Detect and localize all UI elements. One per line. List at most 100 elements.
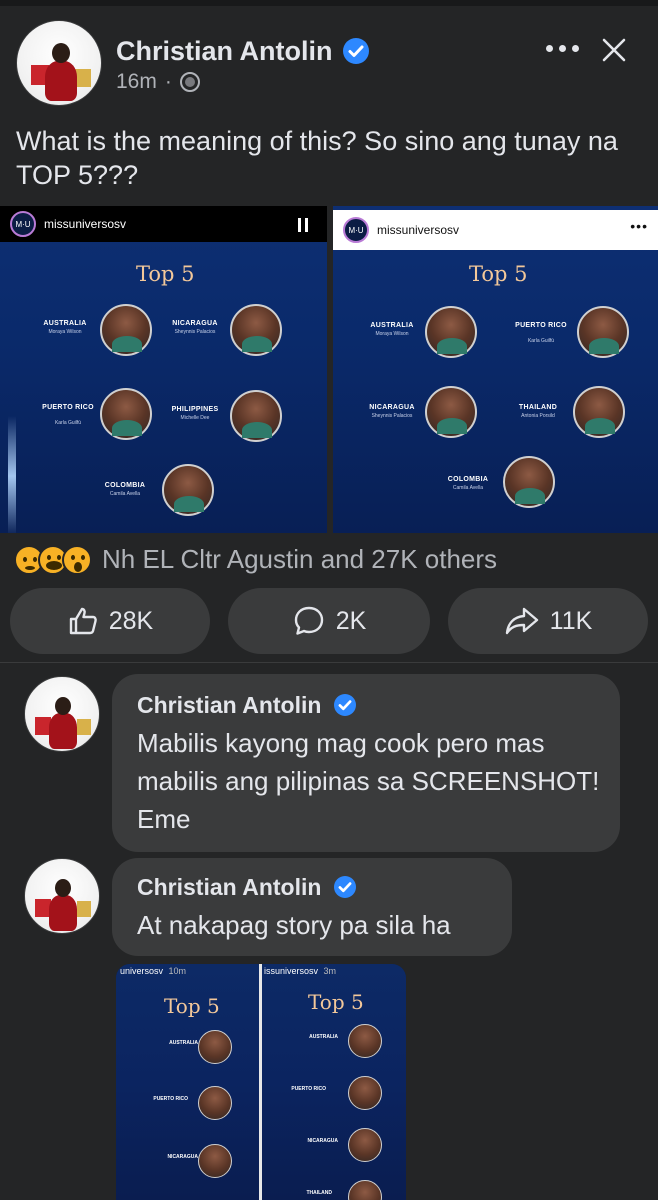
reactions-label: Nh EL Cltr Agustin and 27K others xyxy=(102,544,498,574)
candidate-country: COLOMBIA xyxy=(104,482,146,489)
candidate-country: COLOMBIA xyxy=(447,476,489,483)
more-dot-icon xyxy=(558,44,566,52)
verified-badge-icon xyxy=(334,694,356,716)
candidate-country: PUERTO RICO xyxy=(42,404,94,411)
ig-account-name: missuniversosv xyxy=(377,223,460,237)
story-country: PUERTO RICO xyxy=(153,1096,188,1102)
story-account: universosv xyxy=(120,966,164,976)
candidate-photo xyxy=(425,386,477,438)
post-time[interactable]: 16m xyxy=(116,70,157,94)
ig-profile-logo: M·U xyxy=(10,211,36,237)
ig-account-name: missuniversosv xyxy=(44,217,127,231)
top5-title: Top 5 xyxy=(136,262,195,286)
comment-author[interactable]: Christian Antolin xyxy=(137,874,321,901)
section-divider xyxy=(0,662,658,663)
post-image-left[interactable]: M·U missuniversosv Top 5 AUSTRALIA Moray… xyxy=(0,206,327,533)
story-time: 3m xyxy=(323,966,337,976)
candidate-photo xyxy=(100,304,152,356)
story-country: AUSTRALIA xyxy=(309,1034,338,1040)
story-title: Top 5 xyxy=(164,994,220,1018)
story-country: NICARAGUA xyxy=(307,1138,338,1144)
share-button[interactable]: 11K xyxy=(448,588,648,654)
story-country: AUSTRALIA xyxy=(169,1040,198,1046)
comment-text: Mabilis kayong mag cook pero mas mabilis… xyxy=(137,728,600,834)
ig-header: M·U missuniversosv xyxy=(0,206,327,242)
candidate-country: AUSTRALIA xyxy=(43,320,87,327)
wow-icon xyxy=(62,544,92,575)
candidate-photo xyxy=(100,388,152,440)
post-image-right[interactable]: M·U missuniversosv ••• Top 5 AUSTRALIA M… xyxy=(333,206,658,533)
candidate-photo xyxy=(577,306,629,358)
close-icon[interactable] xyxy=(596,32,632,68)
verified-badge-icon xyxy=(342,38,369,64)
stage-light xyxy=(8,416,16,533)
candidate-name: Karla Guilfú xyxy=(54,420,82,426)
candidate-country: PUERTO RICO xyxy=(515,322,567,329)
story-candidate-photo xyxy=(198,1030,232,1064)
candidate-name: Sheynnis Palacios xyxy=(174,329,216,335)
verified-badge-icon xyxy=(334,876,356,898)
commenter-avatar[interactable] xyxy=(24,676,100,752)
globe-icon xyxy=(179,72,200,92)
pause-icon xyxy=(298,218,308,232)
comment-attachment-image[interactable]: universosv 10m Top 5 AUSTRALIA PUERTO RI… xyxy=(116,964,406,1200)
story-candidate-photo xyxy=(198,1086,232,1120)
comment-button[interactable]: 2K xyxy=(228,588,430,654)
story-caption: universosv 10m xyxy=(120,966,186,976)
story-candidate-photo xyxy=(348,1024,382,1058)
candidate-country: NICARAGUA xyxy=(369,404,415,411)
candidate-name: Sheynnis Palacios xyxy=(371,413,413,419)
share-count: 11K xyxy=(549,606,593,635)
candidate-country: PHILIPPINES xyxy=(171,406,219,413)
candidate-photo xyxy=(573,386,625,438)
story-candidate-photo xyxy=(348,1076,382,1110)
story-candidate-photo xyxy=(348,1180,382,1200)
ig-header: M·U missuniversosv ••• xyxy=(333,210,658,250)
commenter-avatar[interactable] xyxy=(24,858,100,934)
ig-more-icon: ••• xyxy=(630,218,648,234)
candidate-name: Michelle Dee xyxy=(180,415,210,421)
share-icon xyxy=(505,607,538,635)
candidate-name: Antonia Porsild xyxy=(521,413,555,419)
more-options-button[interactable] xyxy=(540,30,584,66)
thumbs-up-icon xyxy=(69,607,97,635)
story-time: 10m xyxy=(168,966,187,976)
like-button[interactable]: 28K xyxy=(10,588,210,654)
story-candidate-photo xyxy=(348,1128,382,1162)
comment-icon xyxy=(294,606,323,635)
more-dot-icon xyxy=(571,44,579,52)
story-candidate-photo xyxy=(198,1144,232,1178)
post-meta: 16m · xyxy=(116,70,200,94)
candidate-photo xyxy=(425,306,477,358)
story-caption: issuniversosv 3m xyxy=(264,966,336,976)
ig-profile-logo: M·U xyxy=(343,217,369,243)
meta-separator: · xyxy=(164,70,172,93)
top5-title: Top 5 xyxy=(469,262,528,286)
candidate-country: THAILAND xyxy=(518,404,558,411)
candidate-name: Camila Avella xyxy=(452,485,484,491)
story-country: THAILAND xyxy=(306,1190,332,1196)
candidate-name: Camila Avella xyxy=(109,491,141,497)
candidate-name: Karla Guilfú xyxy=(527,338,555,344)
post-author-name[interactable]: Christian Antolin xyxy=(116,36,333,67)
story-panel-right: issuniversosv 3m Top 5 AUSTRALIA PUERTO … xyxy=(262,964,406,1200)
candidate-country: NICARAGUA xyxy=(172,320,218,327)
story-panel-left: universosv 10m Top 5 AUSTRALIA PUERTO RI… xyxy=(116,964,259,1200)
story-country: NICARAGUA xyxy=(167,1154,198,1160)
candidate-photo xyxy=(503,456,555,508)
candidate-name: Moraya Wilson xyxy=(48,329,82,335)
candidate-photo xyxy=(162,464,214,516)
candidate-name: Moraya Wilson xyxy=(375,331,409,337)
candidate-country: AUSTRALIA xyxy=(370,322,414,329)
reactions-summary[interactable]: Nh EL Cltr Agustin and 27K others xyxy=(14,544,497,575)
comment-count: 2K xyxy=(335,606,367,635)
comment-author[interactable]: Christian Antolin xyxy=(137,692,321,719)
candidate-photo xyxy=(230,390,282,442)
top-divider xyxy=(0,0,658,6)
candidate-photo xyxy=(230,304,282,356)
story-title: Top 5 xyxy=(308,990,364,1014)
author-avatar[interactable] xyxy=(16,20,102,106)
story-account: issuniversosv xyxy=(264,966,319,976)
post-text: What is the meaning of this? So sino ang… xyxy=(16,126,618,190)
story-country: PUERTO RICO xyxy=(291,1086,326,1092)
